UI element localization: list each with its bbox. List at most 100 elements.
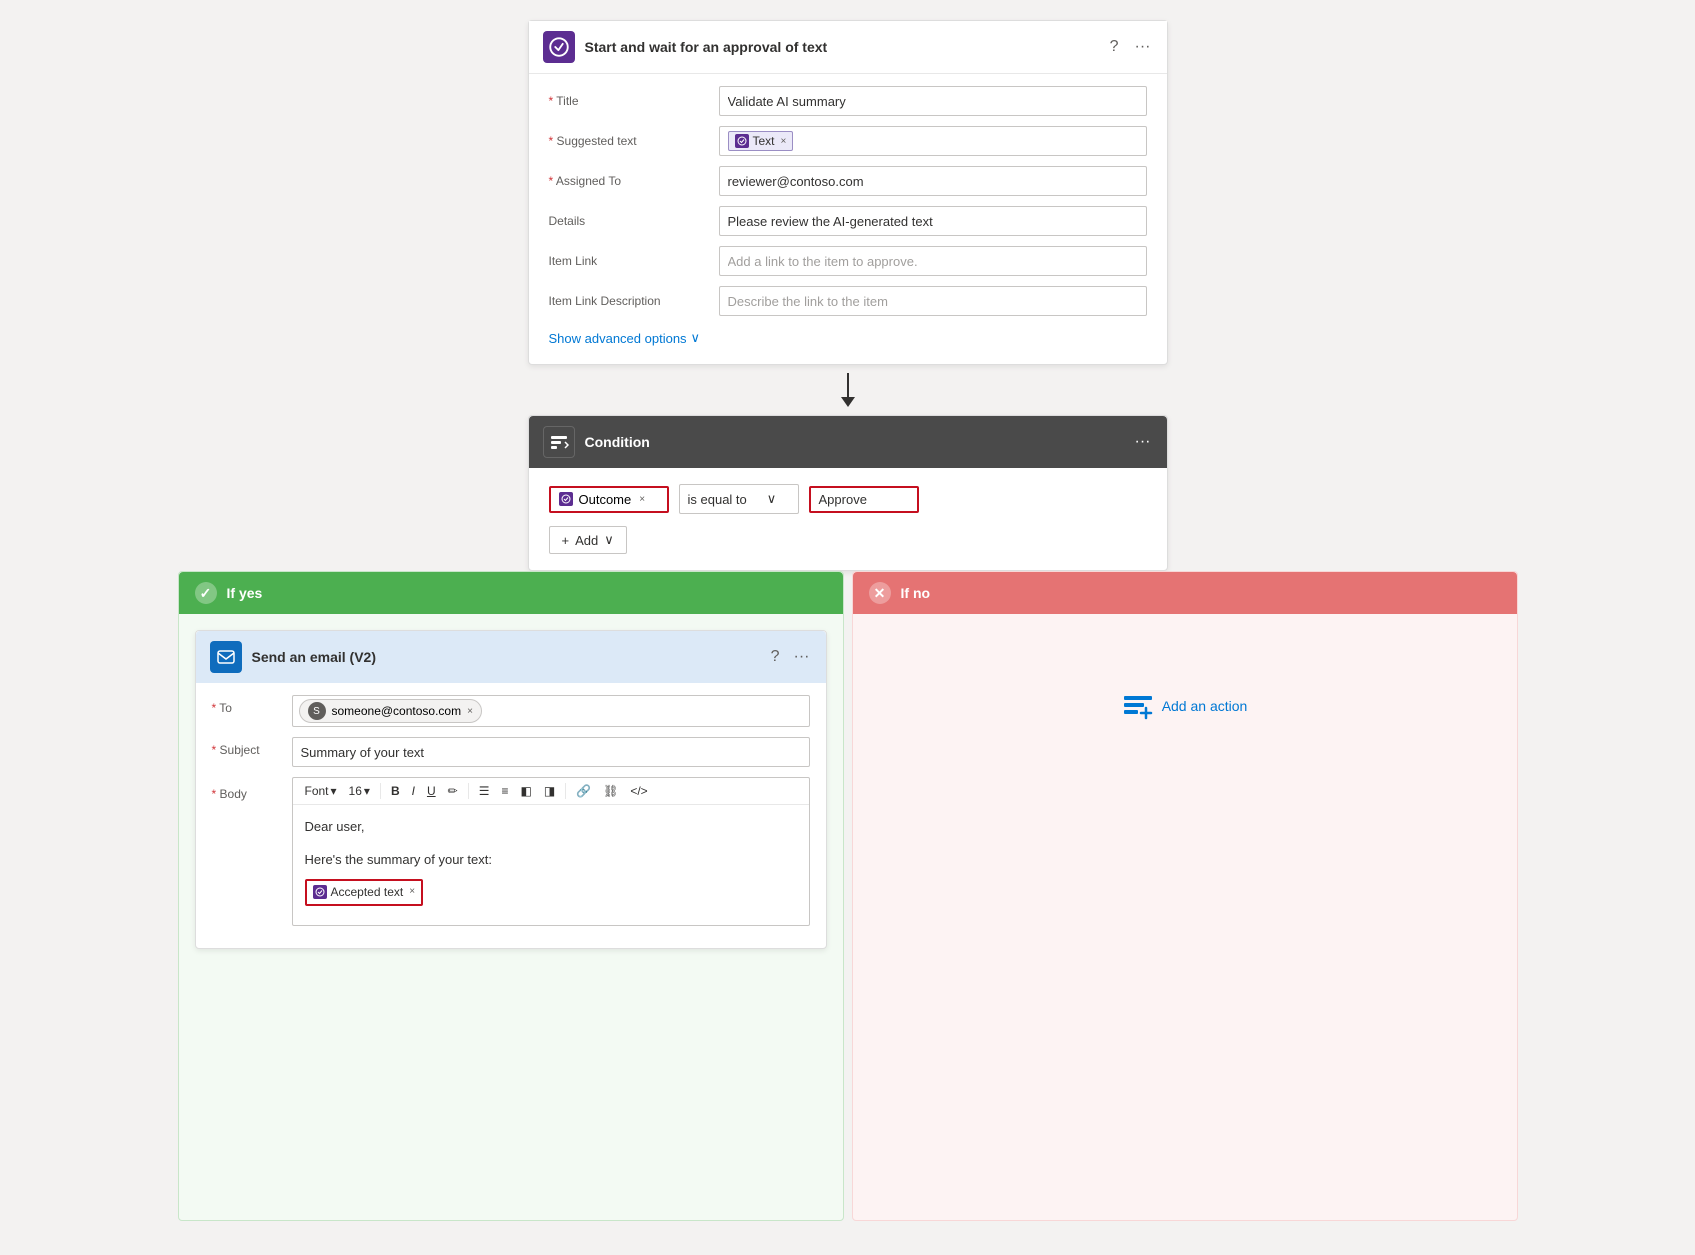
approval-card-title: Start and wait for an approval of text xyxy=(585,39,1098,55)
if-no-body: Add an action xyxy=(853,614,1517,798)
font-selector[interactable]: Font ▾ xyxy=(301,782,341,800)
link-icon: 🔗 xyxy=(576,784,591,798)
approval-card-header: Start and wait for an approval of text ?… xyxy=(529,21,1167,74)
show-advanced-button[interactable]: Show advanced options ∨ xyxy=(549,330,701,346)
toolbar-divider-1 xyxy=(380,783,381,799)
font-size-label: 16 xyxy=(349,784,362,798)
accepted-text-close[interactable]: × xyxy=(409,884,415,900)
add-action-label: Add an action xyxy=(1162,698,1248,714)
help-icon: ? xyxy=(1110,38,1119,56)
italic-button[interactable]: I xyxy=(408,782,419,800)
title-input[interactable] xyxy=(719,86,1147,116)
condition-value[interactable]: Approve xyxy=(809,486,919,513)
item-link-desc-input[interactable] xyxy=(719,286,1147,316)
outcome-token-field[interactable]: Outcome × xyxy=(549,486,669,513)
align-right-button[interactable]: ◨ xyxy=(540,782,559,800)
toolbar-divider-2 xyxy=(468,783,469,799)
accepted-text-token: Accepted text × xyxy=(305,879,424,906)
item-link-row: Item Link xyxy=(549,246,1147,276)
condition-expression-row: Outcome × is equal to ∨ Approve xyxy=(549,484,1147,514)
font-size-chevron-icon: ▾ xyxy=(364,784,370,798)
show-advanced-label: Show advanced options xyxy=(549,331,687,346)
accepted-text-container: Accepted text × xyxy=(305,879,797,906)
assigned-to-input[interactable] xyxy=(719,166,1147,196)
body-toolbar: Font ▾ 16 ▾ B I xyxy=(293,778,809,805)
to-recipient-field[interactable]: S someone@contoso.com × xyxy=(292,695,810,727)
code-icon: </> xyxy=(630,784,647,798)
email-more-button[interactable]: ··· xyxy=(792,646,812,668)
approval-card-body: Title Suggested text Text × xyxy=(529,74,1167,364)
email-body: To S someone@contoso.com × S xyxy=(196,683,826,948)
add-condition-button[interactable]: + Add ∨ xyxy=(549,526,627,554)
add-action-icon xyxy=(1122,690,1154,722)
subject-input[interactable] xyxy=(292,737,810,767)
bullet-list-icon: ☰ xyxy=(479,784,490,798)
email-header: Send an email (V2) ? ··· xyxy=(196,631,826,683)
if-no-label: If no xyxy=(901,585,931,601)
email-help-icon: ? xyxy=(771,648,780,666)
condition-operator[interactable]: is equal to ∨ xyxy=(679,484,799,514)
bullet-list-button[interactable]: ☰ xyxy=(475,782,494,800)
if-yes-label: If yes xyxy=(227,585,263,601)
text-token-icon xyxy=(735,134,749,148)
approval-header-icon xyxy=(543,31,575,63)
assigned-to-row: Assigned To xyxy=(549,166,1147,196)
approval-help-button[interactable]: ? xyxy=(1108,36,1121,58)
condition-icon xyxy=(543,426,575,458)
email-help-button[interactable]: ? xyxy=(769,646,782,668)
recipient-chip: S someone@contoso.com × xyxy=(299,699,482,723)
subject-row: Subject xyxy=(212,737,810,767)
code-button[interactable]: </> xyxy=(626,782,651,800)
approval-more-button[interactable]: ··· xyxy=(1133,36,1153,58)
body-content[interactable]: Dear user, Here's the summary of your te… xyxy=(293,805,809,925)
if-no-header: ✕ If no xyxy=(853,572,1517,614)
highlight-icon: ✏ xyxy=(448,784,458,798)
title-row: Title xyxy=(549,86,1147,116)
add-condition-row: + Add ∨ xyxy=(549,526,1147,554)
details-input[interactable] xyxy=(719,206,1147,236)
condition-header: Condition ··· xyxy=(529,416,1167,468)
underline-button[interactable]: U xyxy=(423,782,440,800)
approval-card: Start and wait for an approval of text ?… xyxy=(528,20,1168,365)
font-size-selector[interactable]: 16 ▾ xyxy=(345,782,374,800)
numbered-list-button[interactable]: ≡ xyxy=(497,782,512,800)
if-yes-panel: ✓ If yes Send an email (V2) xyxy=(178,571,844,1221)
add-action-button[interactable]: Add an action xyxy=(1122,690,1248,722)
suggested-text-row: Suggested text Text × xyxy=(549,126,1147,156)
approval-card-actions: ? ··· xyxy=(1108,36,1153,58)
text-token-svg xyxy=(737,136,747,146)
accepted-text-label: Accepted text xyxy=(331,883,404,902)
recipient-email: someone@contoso.com xyxy=(332,704,462,718)
title-label: Title xyxy=(549,94,709,108)
details-label: Details xyxy=(549,214,709,228)
align-left-button[interactable]: ◧ xyxy=(516,782,535,800)
numbered-list-icon: ≡ xyxy=(501,784,508,798)
body-line-1: Dear user, xyxy=(305,817,797,838)
item-link-desc-row: Item Link Description xyxy=(549,286,1147,316)
text-token-chip: Text × xyxy=(728,131,794,151)
add-action-container: Add an action xyxy=(869,630,1501,782)
add-label: Add xyxy=(575,533,598,548)
operator-label: is equal to xyxy=(688,492,747,507)
link-button[interactable]: 🔗 xyxy=(572,782,595,800)
details-row: Details xyxy=(549,206,1147,236)
email-card: Send an email (V2) ? ··· To xyxy=(195,630,827,949)
add-chevron-icon: ∨ xyxy=(604,532,614,548)
item-link-input[interactable] xyxy=(719,246,1147,276)
highlight-button[interactable]: ✏ xyxy=(444,782,462,800)
bold-button[interactable]: B xyxy=(387,782,404,800)
text-token-close[interactable]: × xyxy=(781,136,787,147)
condition-card: Condition ··· Outcome × xyxy=(528,415,1168,571)
outcome-token-icon xyxy=(559,492,573,506)
approval-icon-svg xyxy=(549,37,569,57)
recipient-close[interactable]: × xyxy=(467,706,473,717)
outcome-token-close[interactable]: × xyxy=(639,494,645,505)
subject-label: Subject xyxy=(212,737,282,757)
condition-more-button[interactable]: ··· xyxy=(1133,431,1153,453)
accepted-text-icon-svg xyxy=(315,887,325,897)
toolbar-divider-3 xyxy=(565,783,566,799)
suggested-text-field[interactable]: Text × xyxy=(719,126,1147,156)
body-spacer xyxy=(305,838,797,850)
unlink-button[interactable]: ⛓ xyxy=(599,782,622,800)
if-no-panel: ✕ If no Add an action xyxy=(852,571,1518,1221)
